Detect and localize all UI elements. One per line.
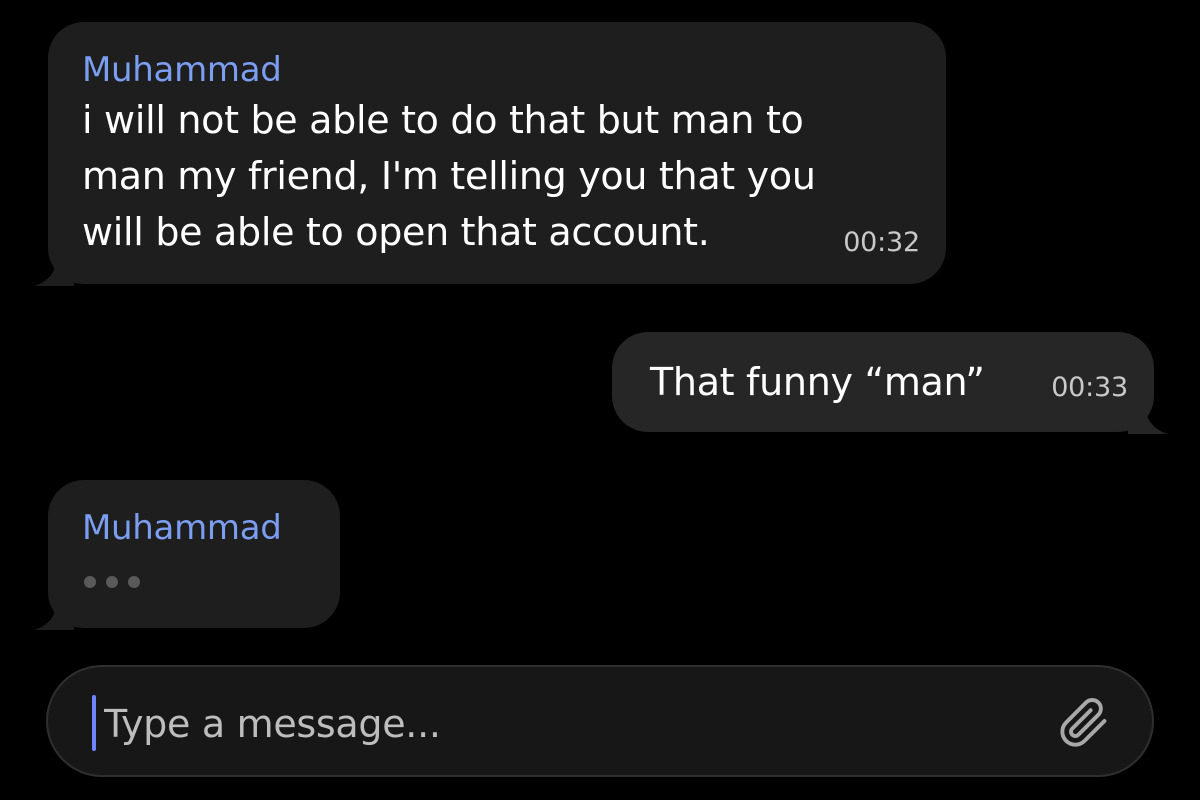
- typing-dot: [128, 576, 140, 588]
- bubble-tail: [34, 600, 74, 630]
- bubble-tail: [1128, 404, 1168, 434]
- text-caret: [92, 695, 96, 751]
- message-bubble-incoming[interactable]: Muhammad i will not be able to do that b…: [34, 22, 946, 286]
- message-bubble-outgoing[interactable]: That funny “man” 00:33: [612, 332, 1168, 434]
- attach-button[interactable]: [1056, 695, 1112, 751]
- message-text: That funny “man”: [650, 360, 985, 404]
- message-composer[interactable]: [46, 665, 1154, 777]
- paperclip-icon: [1060, 698, 1107, 747]
- typing-dot: [84, 576, 96, 588]
- typing-bubble-incoming: Muhammad: [34, 480, 340, 630]
- message-timestamp: 00:33: [1051, 372, 1128, 403]
- typing-dot: [106, 576, 118, 588]
- sender-name: Muhammad: [82, 508, 282, 548]
- message-text: i will not be able to do that but man to…: [82, 98, 816, 254]
- sender-name: Muhammad: [82, 50, 282, 90]
- typing-indicator: [84, 576, 140, 588]
- message-timestamp: 00:32: [843, 227, 920, 258]
- bubble-tail: [34, 256, 74, 286]
- message-input[interactable]: [102, 691, 1006, 757]
